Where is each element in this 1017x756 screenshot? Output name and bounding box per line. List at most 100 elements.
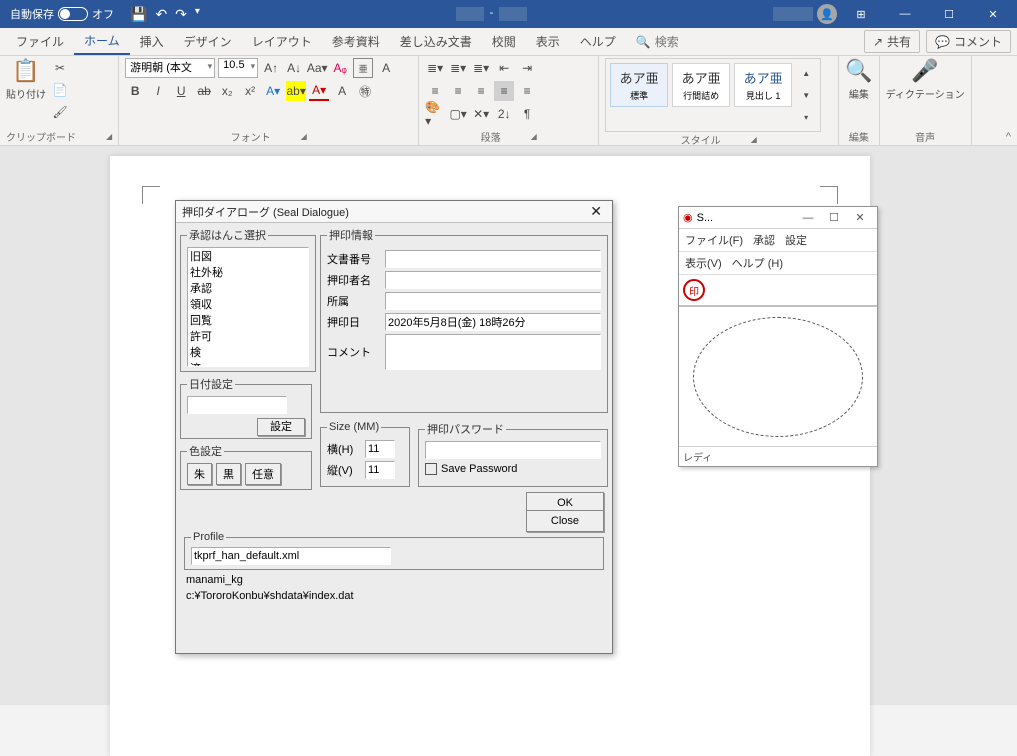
style-scrollup-icon[interactable]: ▲ — [796, 63, 816, 83]
subscript-button[interactable]: x₂ — [217, 81, 237, 101]
cut-icon[interactable]: ✂ — [50, 58, 70, 78]
menu-approve[interactable]: 承認 — [753, 232, 775, 248]
font-color-icon[interactable]: A▾ — [309, 81, 329, 101]
edit-button[interactable]: 🔍 編集 — [845, 58, 872, 101]
tab-insert[interactable]: 挿入 — [130, 29, 174, 54]
tab-view[interactable]: 表示 — [526, 29, 570, 54]
menu-view[interactable]: 表示(V) — [685, 255, 722, 271]
save-icon[interactable]: 💾 — [130, 6, 147, 23]
window-max-icon[interactable]: ☐ — [929, 0, 969, 28]
align-left-icon[interactable]: ≡ — [425, 81, 445, 101]
shrink-font-icon[interactable]: A↓ — [284, 58, 304, 78]
clear-format-icon[interactable]: Aᵩ — [330, 58, 350, 78]
bullets-icon[interactable]: ≣▾ — [425, 58, 445, 78]
qat-dropdown[interactable]: ▾ — [195, 6, 200, 23]
justify-icon[interactable]: ≡ — [494, 81, 514, 101]
ribbon-options-icon[interactable]: ⊞ — [841, 0, 881, 28]
size-w-input[interactable]: 11 — [365, 440, 395, 458]
profile-file-input[interactable]: tkprf_han_default.xml — [191, 547, 391, 565]
italic-button[interactable]: I — [148, 81, 168, 101]
menu-settings[interactable]: 設定 — [785, 232, 807, 248]
share-button[interactable]: ↗ 共有 — [864, 30, 920, 53]
list-item[interactable]: 領収 — [188, 296, 308, 312]
toolwin-max-icon[interactable]: ☐ — [821, 211, 847, 224]
border-char-icon[interactable]: A — [376, 58, 396, 78]
window-close-icon[interactable]: ✕ — [973, 0, 1013, 28]
password-input[interactable] — [425, 441, 601, 459]
list-item[interactable]: 承認 — [188, 280, 308, 296]
distribute-icon[interactable]: ≡ — [517, 81, 537, 101]
copy-icon[interactable]: 📄 — [50, 80, 70, 100]
underline-button[interactable]: U — [171, 81, 191, 101]
indent-right-icon[interactable]: ⇥ — [517, 58, 537, 78]
color-black-button[interactable]: 黒 — [216, 463, 241, 485]
strike-button[interactable]: ab — [194, 81, 214, 101]
grow-font-icon[interactable]: A↑ — [261, 58, 281, 78]
tab-file[interactable]: ファイル — [6, 29, 74, 54]
bold-button[interactable]: B — [125, 81, 145, 101]
tab-help[interactable]: ヘルプ — [570, 29, 626, 54]
align-center-icon[interactable]: ≡ — [448, 81, 468, 101]
comment-input[interactable] — [385, 334, 601, 370]
set-date-button[interactable]: 設定 — [257, 418, 305, 436]
font-size-combo[interactable]: 10.5 — [218, 58, 258, 78]
stamp-button[interactable]: 印 — [683, 279, 705, 301]
circle-char-icon[interactable]: ㊕ — [355, 81, 375, 101]
seal-dialog-titlebar[interactable]: 押印ダイアローグ (Seal Dialogue) ✕ — [176, 201, 612, 223]
enclose-char-icon[interactable]: A — [332, 81, 352, 101]
highlight-icon[interactable]: ab▾ — [286, 81, 306, 101]
text-effects-icon[interactable]: A▾ — [263, 81, 283, 101]
stamp-listbox[interactable]: 旧図 社外秘 承認 領収 回覧 許可 検 済 秘 — [187, 247, 309, 367]
color-vermilion-button[interactable]: 朱 — [187, 463, 212, 485]
sort-icon[interactable]: 2↓ — [494, 104, 514, 124]
list-item[interactable]: 検 — [188, 344, 308, 360]
paste-button[interactable]: 📋 貼り付け — [6, 58, 46, 101]
indent-left-icon[interactable]: ⇤ — [494, 58, 514, 78]
tab-review[interactable]: 校閲 — [482, 29, 526, 54]
format-painter-icon[interactable]: 🖌 — [50, 102, 70, 122]
autosave-toggle[interactable]: 自動保存 オフ — [4, 6, 120, 22]
save-password-checkbox[interactable] — [425, 463, 437, 475]
search-box[interactable]: 🔍 検索 — [636, 33, 679, 50]
window-min-icon[interactable]: — — [885, 0, 925, 28]
close-icon[interactable]: ✕ — [586, 203, 606, 220]
toolwin-min-icon[interactable]: — — [795, 212, 821, 224]
toolwin-close-icon[interactable]: ✕ — [847, 211, 873, 224]
multilevel-icon[interactable]: ≣▾ — [471, 58, 491, 78]
align-right-icon[interactable]: ≡ — [471, 81, 491, 101]
size-h-input[interactable]: 11 — [365, 461, 395, 479]
toolwin-titlebar[interactable]: ◉ S... — ☐ ✕ — [679, 207, 877, 229]
superscript-button[interactable]: x² — [240, 81, 260, 101]
style-nospacing[interactable]: あア亜 行間詰め — [672, 63, 730, 107]
stamper-input[interactable] — [385, 271, 601, 289]
style-scrolldown-icon[interactable]: ▼ — [796, 85, 816, 105]
style-gallery-icon[interactable]: ▾ — [796, 107, 816, 127]
tab-design[interactable]: デザイン — [174, 29, 242, 54]
clipboard-launcher[interactable]: ◢ — [106, 132, 112, 141]
color-custom-button[interactable]: 任意 — [245, 463, 281, 485]
shading-icon[interactable]: 🎨▾ — [425, 104, 445, 124]
change-case-icon[interactable]: Aa▾ — [307, 58, 327, 78]
redo-icon[interactable]: ↷ — [175, 6, 187, 23]
show-marks-icon[interactable]: ¶ — [517, 104, 537, 124]
style-heading1[interactable]: あア亜 見出し 1 — [734, 63, 792, 107]
menu-file[interactable]: ファイル(F) — [685, 232, 743, 248]
dictate-button[interactable]: 🎤 ディクテーション — [886, 58, 965, 101]
para-launcher[interactable]: ◢ — [531, 132, 537, 141]
numbering-icon[interactable]: ≣▾ — [448, 58, 468, 78]
list-item[interactable]: 回覧 — [188, 312, 308, 328]
user-avatar[interactable]: 👤 — [817, 4, 837, 24]
tab-home[interactable]: ホーム — [74, 28, 130, 55]
styles-launcher[interactable]: ◢ — [751, 135, 757, 144]
tab-layout[interactable]: レイアウト — [242, 29, 322, 54]
char-combine-icon[interactable]: ✕▾ — [471, 104, 491, 124]
list-item[interactable]: 社外秘 — [188, 264, 308, 280]
tab-references[interactable]: 参考資料 — [322, 29, 390, 54]
toolwin-canvas[interactable] — [679, 306, 877, 446]
list-item[interactable]: 許可 — [188, 328, 308, 344]
font-launcher[interactable]: ◢ — [301, 132, 307, 141]
style-normal[interactable]: あア亜 標準 — [610, 63, 668, 107]
dept-input[interactable] — [385, 292, 601, 310]
list-item[interactable]: 済 — [188, 360, 308, 367]
phonetic-icon[interactable]: 亜 — [353, 58, 373, 78]
